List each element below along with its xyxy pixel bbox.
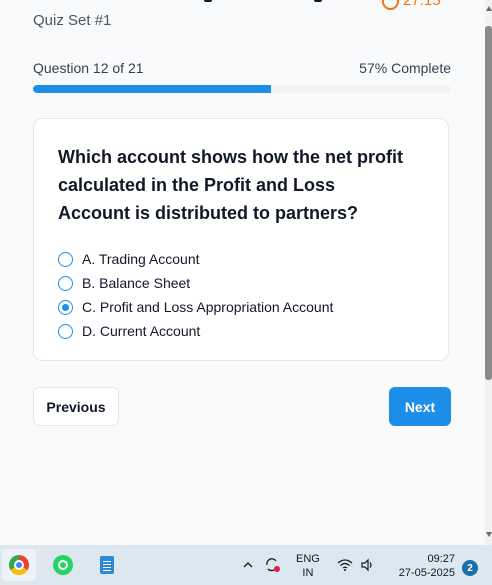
notification-badge[interactable]: 2: [462, 560, 478, 576]
answer-option[interactable]: D. Current Account: [58, 319, 333, 343]
volume-icon[interactable]: [360, 545, 376, 585]
vertical-scrollbar[interactable]: [485, 0, 492, 545]
wifi-icon[interactable]: [337, 545, 353, 585]
question-card: Which account shows how the net profit c…: [33, 118, 449, 361]
radio-unchecked-icon[interactable]: [58, 323, 73, 339]
region-code: IN: [302, 567, 314, 579]
show-hidden-icons-icon[interactable]: [242, 545, 254, 585]
timer: 27:15: [382, 0, 441, 10]
language-code: ENG: [296, 553, 320, 565]
scroll-down-arrow-icon[interactable]: [486, 532, 492, 537]
input-language[interactable]: ENG IN: [296, 552, 320, 580]
cut-off-title: [198, 0, 328, 4]
sync-alert-icon[interactable]: [264, 545, 282, 585]
answer-option-label: C. Profit and Loss Appropriation Account: [82, 299, 334, 315]
quiz-set-title: Quiz Set #1: [33, 12, 112, 29]
clock-time: 09:27: [427, 553, 455, 565]
question-counter: Question 12 of 21: [33, 60, 144, 76]
answer-option[interactable]: B. Balance Sheet: [58, 271, 333, 295]
taskbar-notepad[interactable]: [90, 549, 124, 581]
progress-bar: [33, 85, 451, 93]
system-clock[interactable]: 09:27 27-05-2025: [393, 552, 455, 580]
clock-date: 27-05-2025: [398, 567, 455, 579]
percent-complete: 57% Complete: [359, 60, 451, 76]
progress-bar-fill: [33, 85, 272, 93]
quiz-page: 27:15 Quiz Set #1 Question 12 of 21 57% …: [0, 0, 485, 545]
radio-unchecked-icon[interactable]: [58, 275, 73, 291]
scroll-thumb[interactable]: [485, 26, 492, 380]
answer-option[interactable]: A. Trading Account: [58, 247, 333, 271]
chrome-icon: [9, 555, 29, 575]
answer-option[interactable]: C. Profit and Loss Appropriation Account: [58, 295, 333, 319]
timer-value: 27:15: [403, 0, 441, 9]
answer-option-label: B. Balance Sheet: [82, 275, 191, 291]
taskbar-chrome[interactable]: [2, 549, 36, 581]
scroll-up-arrow-icon[interactable]: [486, 6, 492, 11]
answer-option-label: D. Current Account: [82, 323, 201, 339]
clock-icon: [382, 0, 399, 10]
answer-options: A. Trading Account B. Balance Sheet C. Pro…: [58, 247, 333, 343]
previous-button[interactable]: Previous: [33, 387, 119, 426]
question-text: Which account shows how the net profit c…: [58, 147, 403, 223]
whatsapp-icon: [53, 555, 73, 575]
radio-unchecked-icon[interactable]: [58, 251, 73, 267]
taskbar: ENG IN 09:27 27-05-2025 2: [0, 545, 492, 585]
answer-option-label: A. Trading Account: [82, 251, 200, 267]
taskbar-whatsapp[interactable]: [46, 549, 80, 581]
notepad-icon: [100, 556, 114, 574]
next-button[interactable]: Next: [389, 387, 451, 426]
radio-checked-icon[interactable]: [58, 299, 73, 315]
